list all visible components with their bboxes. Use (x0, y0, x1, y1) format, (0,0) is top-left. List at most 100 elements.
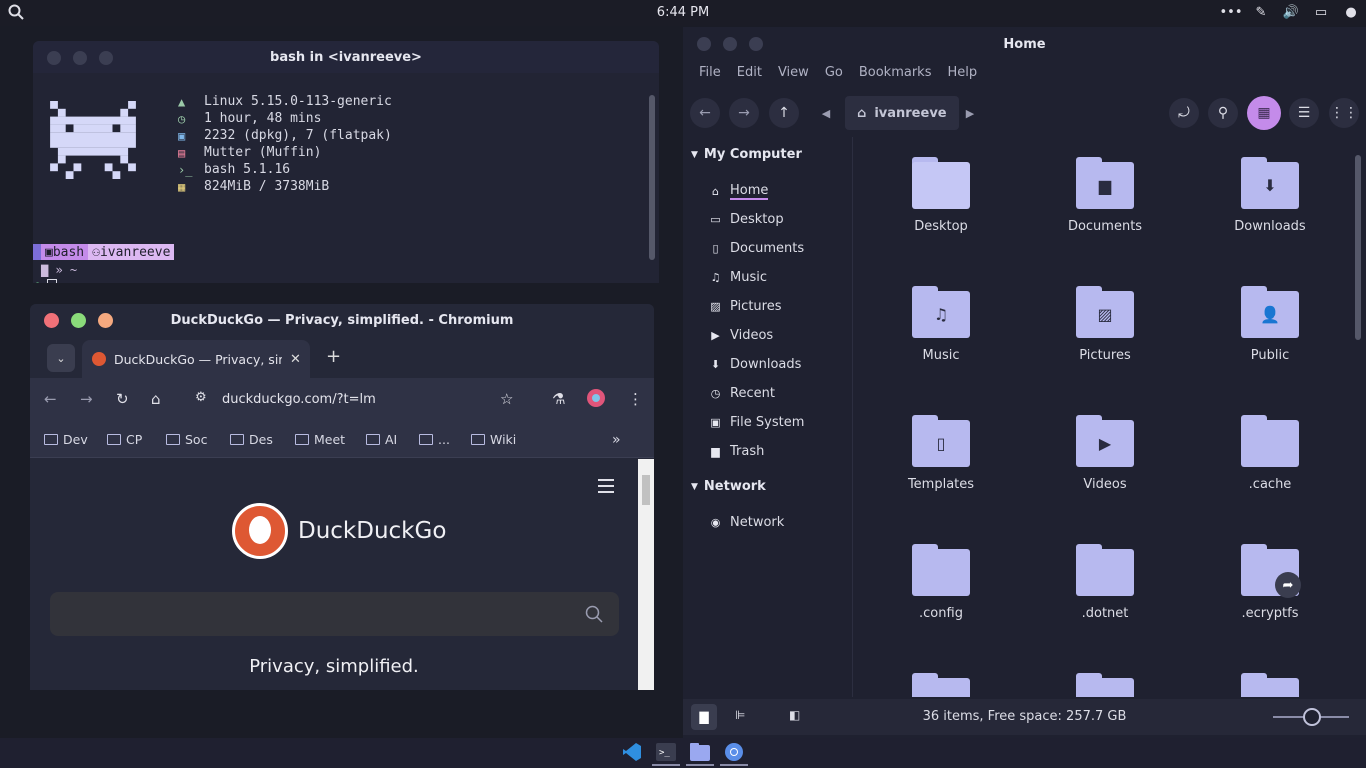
terminal-launcher[interactable]: >_ (652, 740, 680, 766)
chromium-launcher[interactable] (720, 740, 748, 766)
close-button[interactable] (697, 37, 711, 51)
forward-icon[interactable]: → (80, 390, 93, 408)
maximize-button[interactable] (99, 51, 113, 65)
list-view-icon[interactable]: ☰ (1289, 98, 1319, 128)
menu-kebab-icon[interactable]: ⋮ (628, 390, 643, 408)
eyedropper-icon[interactable]: ✎ (1252, 3, 1270, 21)
menu-go[interactable]: Go (817, 65, 851, 87)
search-icon[interactable]: ⚲ (1208, 98, 1238, 128)
user-icon[interactable]: ● (1342, 3, 1360, 21)
path-right-icon[interactable]: ▶ (955, 98, 985, 128)
menu-view[interactable]: View (770, 65, 817, 87)
reload-icon[interactable]: ↻ (116, 390, 129, 408)
sidebar-item-downloads[interactable]: ⬇ Downloads (709, 357, 802, 372)
home-icon[interactable]: ⌂ (151, 390, 161, 408)
tab-search-button[interactable]: ⌄ (47, 344, 75, 372)
folder-partial[interactable] (881, 673, 1001, 697)
folder-partial[interactable] (1210, 673, 1330, 697)
file-manager-window[interactable]: Home File Edit View Go Bookmarks Help ← … (683, 27, 1366, 738)
files-launcher[interactable] (686, 740, 714, 766)
minimize-button[interactable] (73, 51, 87, 65)
display-icon[interactable]: ▭ (1312, 3, 1330, 21)
bookmark-folder[interactable]: Des (230, 432, 273, 447)
folder-videos[interactable]: ▶ Videos (1045, 415, 1165, 492)
more-bookmarks-icon[interactable]: » (612, 432, 621, 448)
page-scrollbar[interactable] (638, 459, 654, 690)
folder-public[interactable]: 👤 Public (1210, 286, 1330, 363)
sidebar-item-pictures[interactable]: ▨ Pictures (709, 299, 781, 314)
duckduckgo-logo[interactable]: DuckDuckGo (232, 503, 446, 559)
sidebar-item-music[interactable]: ♫ Music (709, 270, 767, 285)
terminal-window[interactable]: bash in <ivanreeve> ▲ Linux 5.15.0-113-ge… (33, 41, 659, 283)
close-button[interactable] (47, 51, 61, 65)
path-home-button[interactable]: ⌂ ivanreeve (845, 96, 959, 130)
path-left-icon[interactable]: ◀ (811, 98, 841, 128)
folder-partial[interactable] (1045, 673, 1165, 697)
clock[interactable]: 6:44 PM (0, 5, 1366, 20)
more-icon[interactable]: ••• (1220, 3, 1243, 21)
bookmark-folder[interactable]: AI (366, 432, 397, 447)
terminal-body[interactable]: ▲ Linux 5.15.0-113-generic ◷ 1 hour, 48 mi… (33, 73, 659, 283)
terminal-titlebar[interactable]: bash in <ivanreeve> (33, 41, 659, 73)
vscode-launcher[interactable] (618, 740, 646, 766)
chromium-window[interactable]: DuckDuckGo — Privacy, simplified. - Chro… (30, 304, 654, 690)
folder-ecryptfs[interactable]: ➦ .ecryptfs (1210, 544, 1330, 621)
back-icon[interactable]: ← (690, 98, 720, 128)
sidebar-item-trash[interactable]: ▆ Trash (709, 444, 764, 459)
menu-bookmarks[interactable]: Bookmarks (851, 65, 940, 87)
back-icon[interactable]: ← (44, 390, 57, 408)
address-bar[interactable]: duckduckgo.com/?t=lm (222, 392, 376, 407)
bookmark-folder[interactable]: CP (107, 432, 142, 447)
forward-icon[interactable]: → (729, 98, 759, 128)
bookmark-folder[interactable]: ... (419, 432, 450, 447)
volume-icon[interactable]: 🔊 (1282, 3, 1300, 21)
close-button[interactable] (44, 313, 59, 328)
hamburger-menu-icon[interactable] (598, 479, 614, 493)
menu-help[interactable]: Help (939, 65, 985, 87)
sidebar-item-desktop[interactable]: ▭ Desktop (709, 212, 783, 227)
sidebar-section-network[interactable]: ▼ Network (691, 479, 766, 494)
folder-desktop[interactable]: Desktop (881, 157, 1001, 234)
menu-edit[interactable]: Edit (729, 65, 770, 87)
zoom-slider[interactable] (1273, 708, 1349, 726)
terminal-scrollbar[interactable] (647, 77, 657, 282)
profile-avatar[interactable] (586, 388, 606, 412)
bookmark-folder[interactable]: Meet (295, 432, 345, 447)
sidebar-item-documents[interactable]: ▯ Documents (709, 241, 804, 256)
folder-config[interactable]: .config (881, 544, 1001, 621)
sidebar-section-my-computer[interactable]: ▼ My Computer (691, 147, 802, 162)
folder-pictures[interactable]: ▨ Pictures (1045, 286, 1165, 363)
folder-documents[interactable]: ▆ Documents (1045, 157, 1165, 234)
icon-view-icon[interactable]: ▦ (1247, 96, 1281, 130)
browser-tab[interactable]: DuckDuckGo — Privacy, simpl ✕ (82, 340, 310, 378)
minimize-button[interactable] (98, 313, 113, 328)
file-grid-scrollbar[interactable] (1352, 137, 1364, 697)
bookmark-folder[interactable]: Wiki (471, 432, 516, 447)
folder-dotnet[interactable]: .dotnet (1045, 544, 1165, 621)
file-manager-titlebar[interactable]: Home (683, 27, 1366, 61)
site-settings-icon[interactable]: ⚙ (195, 390, 207, 405)
folder-cache[interactable]: .cache (1210, 415, 1330, 492)
sidebar-item-videos[interactable]: ▶ Videos (709, 328, 773, 343)
zoom-slider-knob[interactable] (1303, 708, 1321, 726)
search-icon[interactable] (585, 605, 603, 623)
sidebar-item-recent[interactable]: ◷ Recent (709, 386, 775, 401)
bookmark-star-icon[interactable]: ☆ (500, 390, 513, 408)
toggle-location-icon[interactable]: ⤾ (1169, 98, 1199, 128)
input-line[interactable]: ❯ (35, 279, 57, 283)
labs-icon[interactable]: ⚗ (552, 390, 565, 408)
sidebar-item-file-system[interactable]: ▣ File System (709, 415, 804, 430)
new-tab-button[interactable]: + (326, 346, 341, 367)
search-input[interactable] (50, 592, 619, 636)
chromium-titlebar[interactable]: DuckDuckGo — Privacy, simplified. - Chro… (30, 304, 654, 336)
bookmark-folder[interactable]: Soc (166, 432, 207, 447)
maximize-button[interactable] (71, 313, 86, 328)
maximize-button[interactable] (749, 37, 763, 51)
minimize-button[interactable] (723, 37, 737, 51)
folder-templates[interactable]: ▯ Templates (881, 415, 1001, 492)
sidebar-item-home[interactable]: ⌂ Home (709, 183, 769, 200)
compact-view-icon[interactable]: ⋮⋮ (1329, 98, 1359, 128)
sidebar-item-network[interactable]: ◉ Network (709, 515, 785, 530)
up-icon[interactable]: ↑ (769, 98, 799, 128)
folder-downloads[interactable]: ⬇ Downloads (1210, 157, 1330, 234)
